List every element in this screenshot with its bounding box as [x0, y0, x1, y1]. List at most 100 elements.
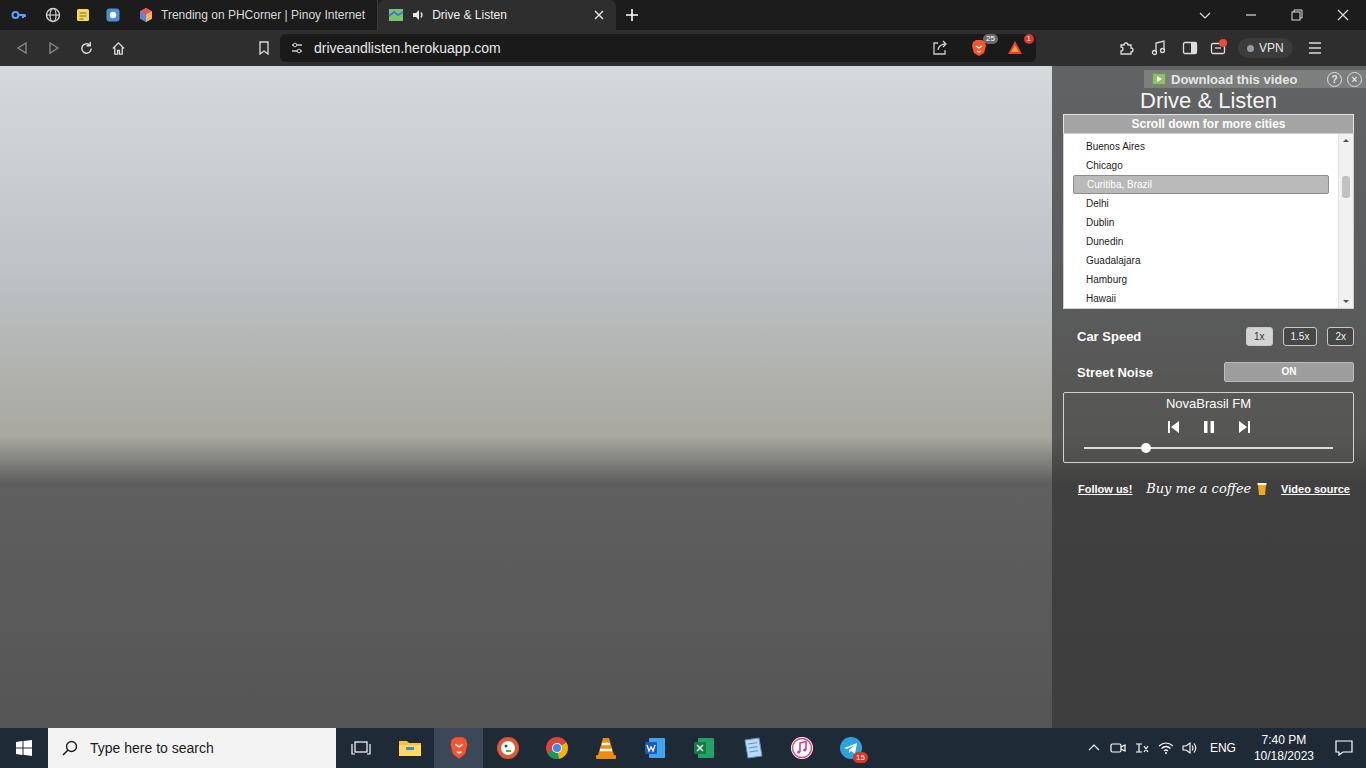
slider-thumb[interactable] — [1141, 443, 1151, 453]
taskbar-app[interactable] — [679, 728, 728, 768]
previous-icon[interactable] — [1166, 420, 1180, 434]
vlc-cone-icon — [595, 736, 617, 760]
site-info-icon — [290, 41, 304, 55]
pinned-tab[interactable] — [38, 0, 68, 30]
play-icon — [1152, 73, 1166, 85]
screen: Trending on PHCorner | Pinoy InternetDri… — [0, 0, 1366, 768]
search-icon — [62, 740, 78, 756]
vpn-button[interactable]: VPN — [1238, 38, 1293, 58]
taskbar-app[interactable] — [434, 728, 483, 768]
home-button[interactable] — [102, 34, 134, 62]
notes-icon — [75, 7, 91, 23]
city-item[interactable]: Guadalajara — [1064, 251, 1338, 270]
bookmark-button[interactable] — [248, 34, 280, 62]
shields-button[interactable]: 25 — [966, 36, 992, 60]
taskbar-search[interactable]: Type here to search — [48, 728, 336, 768]
city-item[interactable]: Hawaii — [1064, 289, 1338, 308]
puzzle-icon — [1118, 40, 1134, 56]
radio-volume-slider[interactable] — [1084, 443, 1333, 453]
speaker-icon[interactable] — [411, 8, 425, 22]
chevron-down-icon — [1199, 9, 1211, 21]
start-button[interactable] — [0, 728, 48, 768]
pause-icon[interactable] — [1202, 420, 1216, 434]
task-view-icon — [351, 740, 371, 756]
home-icon — [111, 41, 126, 56]
menu-button[interactable] — [1299, 34, 1331, 62]
reload-button[interactable] — [70, 34, 102, 62]
restore-button[interactable] — [1274, 0, 1320, 30]
city-item[interactable]: Dunedin — [1064, 232, 1338, 251]
vpn-label: VPN — [1259, 41, 1284, 55]
help-button[interactable]: ? — [1327, 72, 1342, 87]
taskbar-app[interactable] — [483, 728, 532, 768]
rewards-button[interactable]: 1 — [1002, 36, 1028, 60]
new-tab-button[interactable] — [616, 0, 648, 30]
city-item[interactable]: Delhi — [1064, 194, 1338, 213]
clock[interactable]: 7:40 PM10/18/2023 — [1246, 728, 1322, 768]
station-name: NovaBrasil FM — [1064, 395, 1353, 413]
chevron-up-icon — [1088, 742, 1100, 754]
share-icon[interactable] — [932, 40, 948, 56]
city-item[interactable]: Curitiba, Brazil — [1073, 175, 1329, 194]
address-bar[interactable]: driveandlisten.herokuapp.com 25 1 — [280, 34, 1036, 62]
city-item[interactable]: Dublin — [1064, 213, 1338, 232]
key-icon — [11, 7, 27, 23]
close-window-button[interactable] — [1320, 0, 1366, 30]
notifications-button[interactable] — [1322, 728, 1366, 768]
wallet-button[interactable] — [1206, 36, 1232, 60]
browser-tab[interactable]: Drive & Listen — [378, 0, 616, 30]
brave-icon — [448, 736, 470, 760]
browser-tab[interactable]: Trending on PHCorner | Pinoy Internet — [128, 0, 378, 30]
reload-icon — [79, 41, 94, 56]
coffee-link[interactable]: Buy me a coffee — [1146, 481, 1267, 496]
taskbar-app[interactable] — [581, 728, 630, 768]
city-list-header: Scroll down for more cities — [1063, 114, 1354, 133]
minimize-button[interactable] — [1228, 0, 1274, 30]
scroll-thumb[interactable] — [1342, 176, 1350, 198]
close-overlay-button[interactable]: × — [1347, 72, 1362, 87]
follow-link[interactable]: Follow us! — [1078, 483, 1132, 495]
scrollbar[interactable] — [1338, 134, 1353, 308]
tray-button[interactable] — [1130, 728, 1154, 768]
task-view-button[interactable] — [336, 728, 385, 768]
media-button[interactable] — [1142, 34, 1174, 62]
taskbar-app[interactable] — [385, 728, 434, 768]
speed-button[interactable]: 2x — [1327, 327, 1354, 346]
url-text: driveandlisten.herokuapp.com — [314, 40, 501, 56]
close-icon[interactable] — [594, 10, 604, 20]
pinned-tab[interactable] — [0, 0, 38, 30]
city-item[interactable]: Chicago — [1064, 156, 1338, 175]
city-list[interactable]: Buenos AiresChicagoCuritiba, BrazilDelhi… — [1063, 133, 1354, 309]
back-button[interactable] — [6, 34, 38, 62]
cube-icon — [138, 7, 154, 23]
extensions-button[interactable] — [1110, 34, 1142, 62]
app-icon — [105, 7, 121, 23]
download-video-bar[interactable]: Download this video?× — [1144, 70, 1366, 88]
scroll-up-icon[interactable] — [1339, 134, 1353, 146]
speed-button[interactable]: 1.5x — [1283, 327, 1318, 346]
taskbar-app[interactable] — [532, 728, 581, 768]
shields-count: 25 — [983, 34, 998, 44]
taskbar-app[interactable] — [777, 728, 826, 768]
taskbar-app[interactable] — [728, 728, 777, 768]
street-noise-toggle[interactable]: ON — [1224, 362, 1354, 382]
sidebar-button[interactable] — [1174, 34, 1206, 62]
video-source-link[interactable]: Video source — [1281, 483, 1350, 495]
language-indicator[interactable]: ENG — [1202, 728, 1246, 768]
pinned-tab[interactable] — [98, 0, 128, 30]
tray-button[interactable] — [1178, 728, 1202, 768]
tab-search-button[interactable] — [1182, 0, 1228, 30]
pinned-tab[interactable] — [68, 0, 98, 30]
hamburger-icon — [1307, 41, 1323, 55]
speed-button[interactable]: 1x — [1246, 327, 1273, 346]
taskbar-app[interactable] — [630, 728, 679, 768]
tray-button[interactable] — [1106, 728, 1130, 768]
taskbar-app[interactable]: 15 — [826, 728, 875, 768]
forward-button[interactable] — [38, 34, 70, 62]
tray-button[interactable] — [1154, 728, 1178, 768]
scroll-down-icon[interactable] — [1339, 296, 1353, 308]
city-item[interactable]: Hamburg — [1064, 270, 1338, 289]
next-icon[interactable] — [1238, 420, 1252, 434]
city-item[interactable]: Buenos Aires — [1064, 137, 1338, 156]
tray-button[interactable] — [1082, 728, 1106, 768]
